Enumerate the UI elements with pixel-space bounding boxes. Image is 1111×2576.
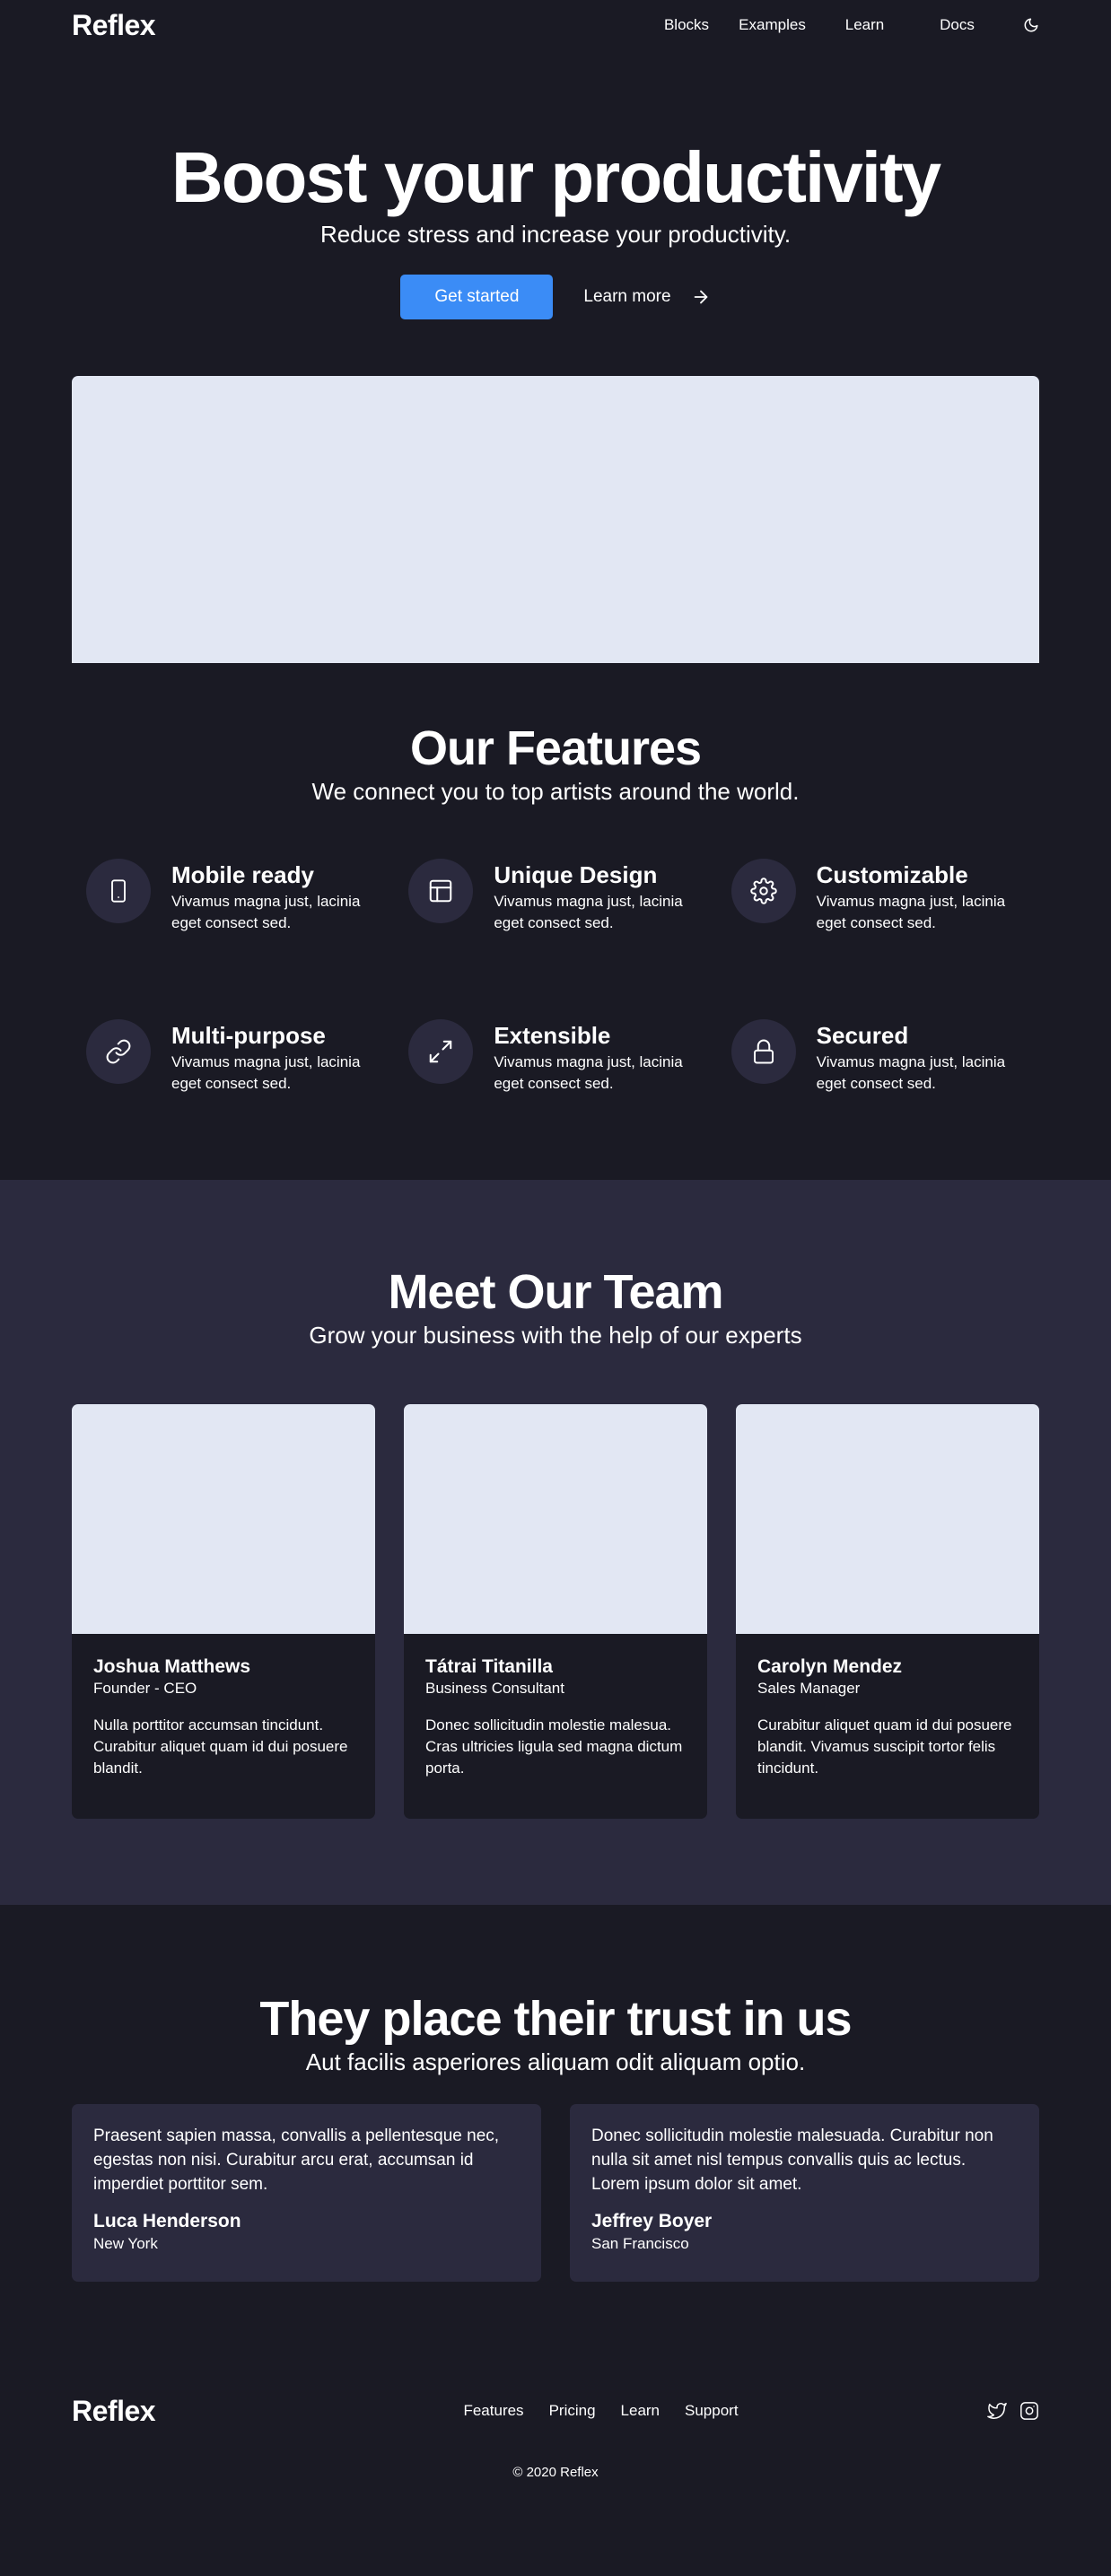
team-photo	[404, 1404, 707, 1634]
footer: Reflex Features Pricing Learn Support © …	[0, 2395, 1111, 2534]
instagram-icon[interactable]	[1019, 2401, 1039, 2421]
team-photo	[736, 1404, 1039, 1634]
feature-text: Vivamus magna just, lacinia eget consect…	[494, 1053, 683, 1092]
logo[interactable]: Reflex	[72, 9, 156, 42]
feature-text: Vivamus magna just, lacinia eget consect…	[171, 1053, 361, 1092]
team-member-bio: Curabitur aliquet quam id dui posuere bl…	[757, 1716, 1012, 1777]
testimonials-section: They place their trust in us Aut facilis…	[0, 1905, 1111, 2395]
testimonial-quote: Donec sollicitudin molestie malesuada. C…	[591, 2126, 993, 2194]
lock-icon	[730, 1019, 796, 1084]
nav-link-examples[interactable]: Examples	[726, 16, 818, 34]
mobile-icon	[86, 859, 151, 923]
feature-text: Vivamus magna just, lacinia eget consect…	[816, 1053, 1006, 1092]
footer-link-pricing[interactable]: Pricing	[549, 2402, 596, 2420]
feature-text: Vivamus magna just, lacinia eget consect…	[816, 893, 1006, 931]
features-title: Our Features	[409, 721, 702, 775]
feature-title: Secured	[816, 1022, 909, 1049]
learn-more-label: Learn more	[583, 287, 671, 306]
feature-title: Unique Design	[494, 861, 658, 888]
nav-link-learn[interactable]: Learn	[818, 16, 911, 34]
team-member-role: Founder - CEO	[93, 1680, 197, 1697]
top-nav: Reflex Blocks Examples Learn Docs	[72, 0, 1039, 50]
team-card: Tátrai Titanilla Business Consultant Don…	[404, 1404, 707, 1819]
testimonial-name: Jeffrey Boyer	[591, 2211, 713, 2231]
footer-links: Features Pricing Learn Support	[451, 2402, 750, 2420]
testimonial-card: Donec sollicitudin molestie malesuada. C…	[570, 2104, 1039, 2282]
footer-link-features[interactable]: Features	[463, 2402, 523, 2420]
team-card: Carolyn Mendez Sales Manager Curabitur a…	[736, 1404, 1039, 1819]
features-grid: Mobile ready Vivamus magna just, lacinia…	[72, 859, 1039, 1095]
testimonial-city: San Francisco	[591, 2235, 689, 2252]
feature-item: Secured Vivamus magna just, lacinia eget…	[717, 1019, 1039, 1095]
testimonials-grid: Praesent sapien massa, convallis a pelle…	[72, 2104, 1039, 2282]
feature-item: Extensible Vivamus magna just, lacinia e…	[394, 1019, 716, 1095]
hero-subtitle: Reduce stress and increase your producti…	[319, 221, 792, 248]
footer-logo[interactable]: Reflex	[72, 2395, 156, 2428]
testimonials-title: They place their trust in us	[259, 1992, 852, 2046]
feature-title: Customizable	[816, 861, 968, 888]
feature-text: Vivamus magna just, lacinia eget consect…	[494, 893, 683, 931]
feature-title: Extensible	[494, 1022, 611, 1049]
layout-icon	[408, 859, 474, 923]
feature-title: Multi-purpose	[171, 1022, 326, 1049]
gear-icon	[730, 859, 796, 923]
team-member-bio: Donec sollicitudin molestie malesua. Cra…	[425, 1716, 683, 1777]
testimonial-quote: Praesent sapien massa, convallis a pelle…	[93, 2126, 500, 2194]
feature-title: Mobile ready	[171, 861, 314, 888]
testimonial-city: New York	[93, 2235, 158, 2252]
twitter-icon[interactable]	[987, 2401, 1007, 2421]
feature-item: Multi-purpose Vivamus magna just, lacini…	[72, 1019, 394, 1095]
team-photo	[72, 1404, 375, 1634]
moon-icon[interactable]	[1003, 7, 1039, 43]
testimonial-card: Praesent sapien massa, convallis a pelle…	[72, 2104, 541, 2282]
feature-item: Mobile ready Vivamus magna just, lacinia…	[72, 859, 394, 934]
team-subtitle: Grow your business with the help of our …	[309, 1322, 802, 1349]
feature-item: Customizable Vivamus magna just, lacinia…	[717, 859, 1039, 934]
feature-item: Unique Design Vivamus magna just, lacini…	[394, 859, 716, 934]
team-member-name: Carolyn Mendez	[757, 1656, 903, 1677]
hero-section: Boost your productivity Reduce stress an…	[72, 50, 1039, 663]
copyright: © 2020 Reflex	[512, 2465, 599, 2480]
team-title: Meet Our Team	[388, 1265, 723, 1319]
team-member-name: Tátrai Titanilla	[425, 1656, 553, 1677]
nav-links: Blocks Examples Learn Docs	[647, 7, 1039, 43]
hero-title: Boost your productivity	[171, 137, 941, 217]
social-links	[975, 2401, 1039, 2421]
feature-text: Vivamus magna just, lacinia eget consect…	[171, 893, 361, 931]
team-grid: Joshua Matthews Founder - CEO Nulla port…	[72, 1404, 1039, 1819]
features-subtitle: We connect you to top artists around the…	[311, 778, 800, 805]
link-icon	[86, 1019, 151, 1084]
team-card: Joshua Matthews Founder - CEO Nulla port…	[72, 1404, 375, 1819]
hero-actions: Get started Learn more	[72, 275, 1039, 319]
team-member-bio: Nulla porttitor accumsan tincidunt. Cura…	[93, 1716, 348, 1777]
footer-link-support[interactable]: Support	[685, 2402, 739, 2420]
team-member-role: Business Consultant	[425, 1680, 564, 1697]
team-section: Meet Our Team Grow your business with th…	[0, 1180, 1111, 1905]
learn-more-link[interactable]: Learn more	[583, 287, 710, 307]
footer-link-learn[interactable]: Learn	[621, 2402, 660, 2420]
get-started-button[interactable]: Get started	[400, 275, 554, 319]
arrow-right-icon	[691, 287, 711, 307]
team-member-role: Sales Manager	[757, 1680, 861, 1697]
features-section: Our Features We connect you to top artis…	[72, 663, 1039, 1180]
hero-image	[72, 376, 1039, 663]
testimonials-subtitle: Aut facilis asperiores aliquam odit aliq…	[305, 2048, 806, 2075]
nav-link-docs[interactable]: Docs	[911, 16, 1003, 34]
testimonial-name: Luca Henderson	[93, 2211, 241, 2231]
team-member-name: Joshua Matthews	[93, 1656, 251, 1677]
nav-link-blocks[interactable]: Blocks	[647, 16, 726, 34]
expand-icon	[408, 1019, 474, 1084]
